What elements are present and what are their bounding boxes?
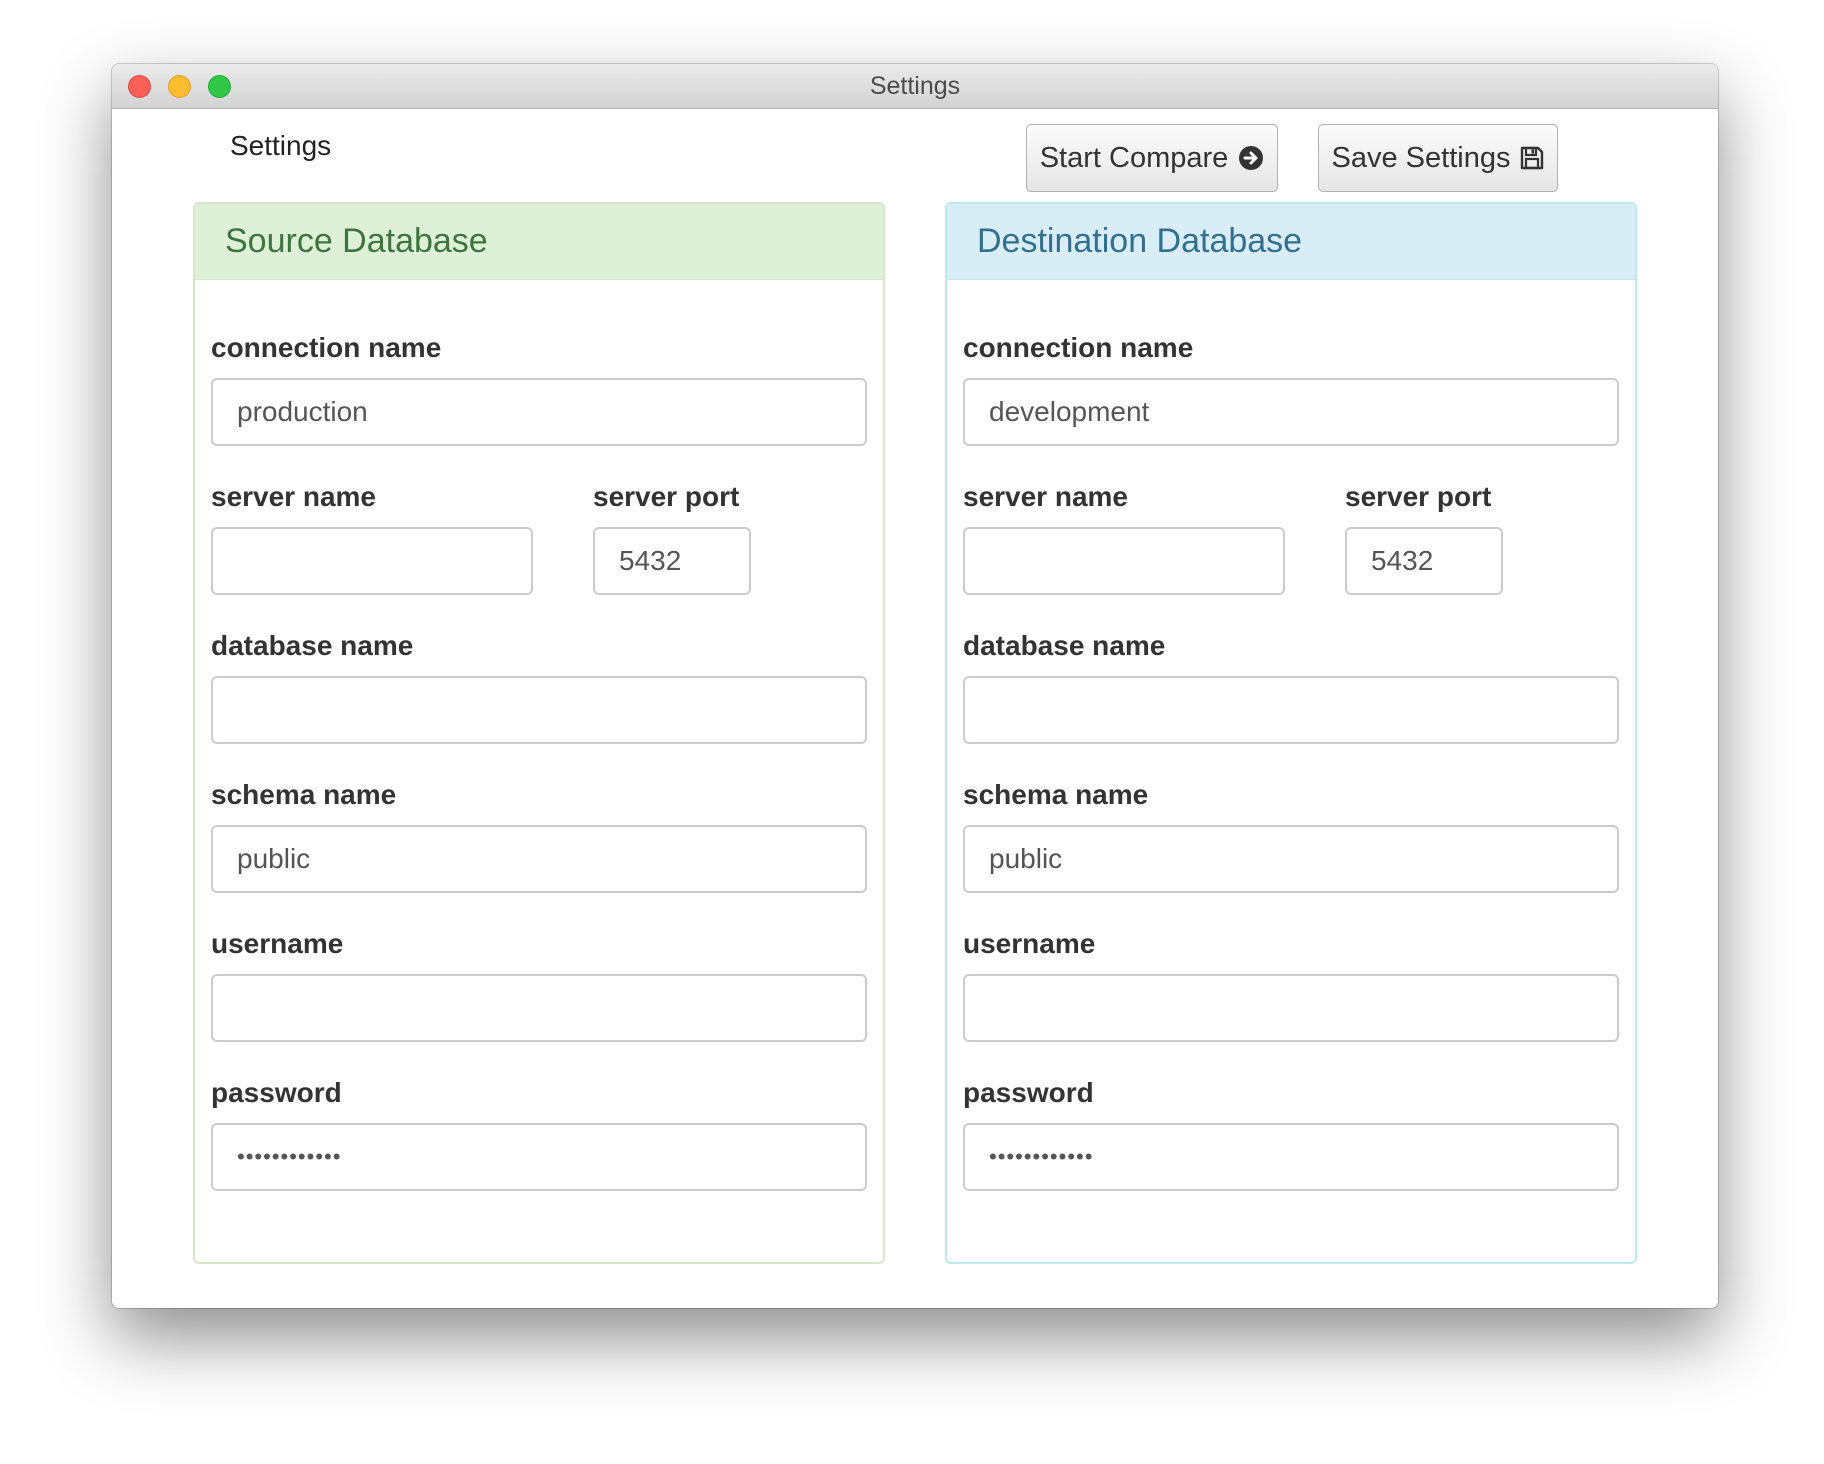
source-database-name-input[interactable] xyxy=(211,676,867,744)
source-database-panel: Source Database connection name producti… xyxy=(193,202,885,1264)
source-username-label: username xyxy=(211,928,344,959)
source-server-port-label: server port xyxy=(593,481,740,512)
save-settings-button[interactable]: Save Settings xyxy=(1318,124,1558,192)
arrow-circle-right-icon xyxy=(1238,145,1264,171)
source-schema-name-label: schema name xyxy=(211,779,397,810)
destination-password-label: password xyxy=(963,1077,1094,1108)
destination-panel-header: Destination Database xyxy=(947,204,1635,280)
destination-database-name-input[interactable] xyxy=(963,676,1619,744)
window-content: Settings Start Compare Save Settings Sou… xyxy=(112,108,1718,1308)
source-panel-header: Source Database xyxy=(195,204,883,280)
destination-server-name-label: server name xyxy=(963,481,1129,512)
save-settings-label: Save Settings xyxy=(1331,141,1511,174)
destination-schema-name-input[interactable]: public xyxy=(963,825,1619,893)
floppy-disk-icon xyxy=(1520,146,1544,170)
source-server-port-input[interactable]: 5432 xyxy=(593,527,751,595)
source-database-name-label: database name xyxy=(211,630,414,661)
source-server-name-input[interactable] xyxy=(211,527,533,595)
source-connection-name-label: connection name xyxy=(211,332,442,363)
source-connection-name-input[interactable]: production xyxy=(211,378,867,446)
source-username-input[interactable] xyxy=(211,974,867,1042)
window-title: Settings xyxy=(869,72,961,100)
destination-username-label: username xyxy=(963,928,1096,959)
start-compare-label: Start Compare xyxy=(1039,141,1229,174)
destination-password-input[interactable]: •••••••••••• xyxy=(963,1123,1619,1191)
title-bar[interactable]: Settings xyxy=(112,64,1718,109)
source-schema-name-input[interactable]: public xyxy=(211,825,867,893)
page-label: Settings xyxy=(230,130,332,161)
destination-database-name-label: database name xyxy=(963,630,1166,661)
destination-schema-name-label: schema name xyxy=(963,779,1149,810)
destination-connection-name-label: connection name xyxy=(963,332,1194,363)
source-password-label: password xyxy=(211,1077,342,1108)
source-server-name-label: server name xyxy=(211,481,377,512)
settings-window: Settings Settings Start Compare Save Set… xyxy=(112,64,1718,1308)
destination-server-port-label: server port xyxy=(1345,481,1492,512)
destination-database-panel: Destination Database connection name dev… xyxy=(945,202,1637,1264)
destination-server-name-input[interactable] xyxy=(963,527,1285,595)
destination-server-port-input[interactable]: 5432 xyxy=(1345,527,1503,595)
destination-username-input[interactable] xyxy=(963,974,1619,1042)
source-password-input[interactable]: •••••••••••• xyxy=(211,1123,867,1191)
destination-connection-name-input[interactable]: development xyxy=(963,378,1619,446)
start-compare-button[interactable]: Start Compare xyxy=(1026,124,1278,192)
